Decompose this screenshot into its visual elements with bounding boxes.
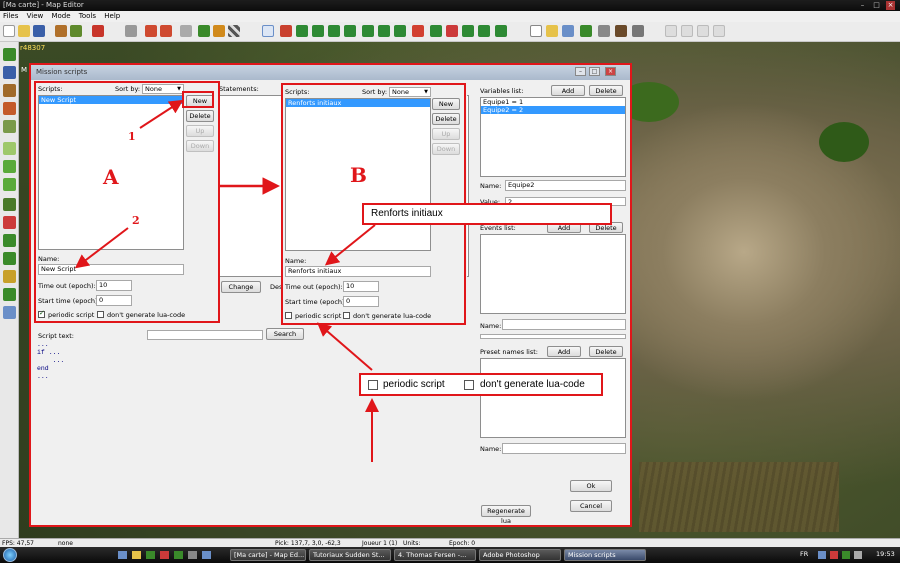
arrow-to-new-button — [139, 99, 184, 129]
status-bar: FPS: 47,57 none Pick: 137,7, 3,0, -62,3 … — [0, 538, 900, 547]
task-photoshop[interactable]: Adobe Photoshop — [479, 549, 561, 561]
tray-volume-icon[interactable] — [854, 551, 862, 559]
task-music[interactable]: 4. Thomas Fersen -... — [394, 549, 476, 561]
quicklaunch-ie-icon[interactable] — [118, 551, 127, 559]
language-indicator[interactable]: FR — [800, 550, 808, 558]
arrow-to-overlay-name — [324, 224, 376, 266]
quicklaunch-folder-icon[interactable] — [132, 551, 141, 559]
start-button[interactable] — [3, 548, 17, 562]
quicklaunch-disk-icon[interactable] — [188, 551, 197, 559]
taskbar: [Ma carte] - Map Ed... Tutoriaux Sudden … — [0, 547, 900, 563]
arrow-to-overlay-checkboxes — [316, 322, 373, 371]
tray-security-icon[interactable] — [830, 551, 838, 559]
task-mission-scripts[interactable]: Mission scripts — [564, 549, 646, 561]
task-map-editor[interactable]: [Ma carte] - Map Ed... — [230, 549, 306, 561]
quicklaunch-app-icon[interactable] — [146, 551, 155, 559]
tray-app-icon[interactable] — [842, 551, 850, 559]
task-tutoriaux[interactable]: Tutoriaux Sudden St... — [309, 549, 391, 561]
quicklaunch-media-icon[interactable] — [160, 551, 169, 559]
quicklaunch-window-icon[interactable] — [202, 551, 211, 559]
quicklaunch-star-icon[interactable] — [174, 551, 183, 559]
annotation-arrows — [74, 99, 379, 462]
tray-network-icon[interactable] — [818, 551, 826, 559]
clock[interactable]: 19:53 — [876, 550, 895, 558]
arrow-to-name-field — [74, 227, 129, 269]
